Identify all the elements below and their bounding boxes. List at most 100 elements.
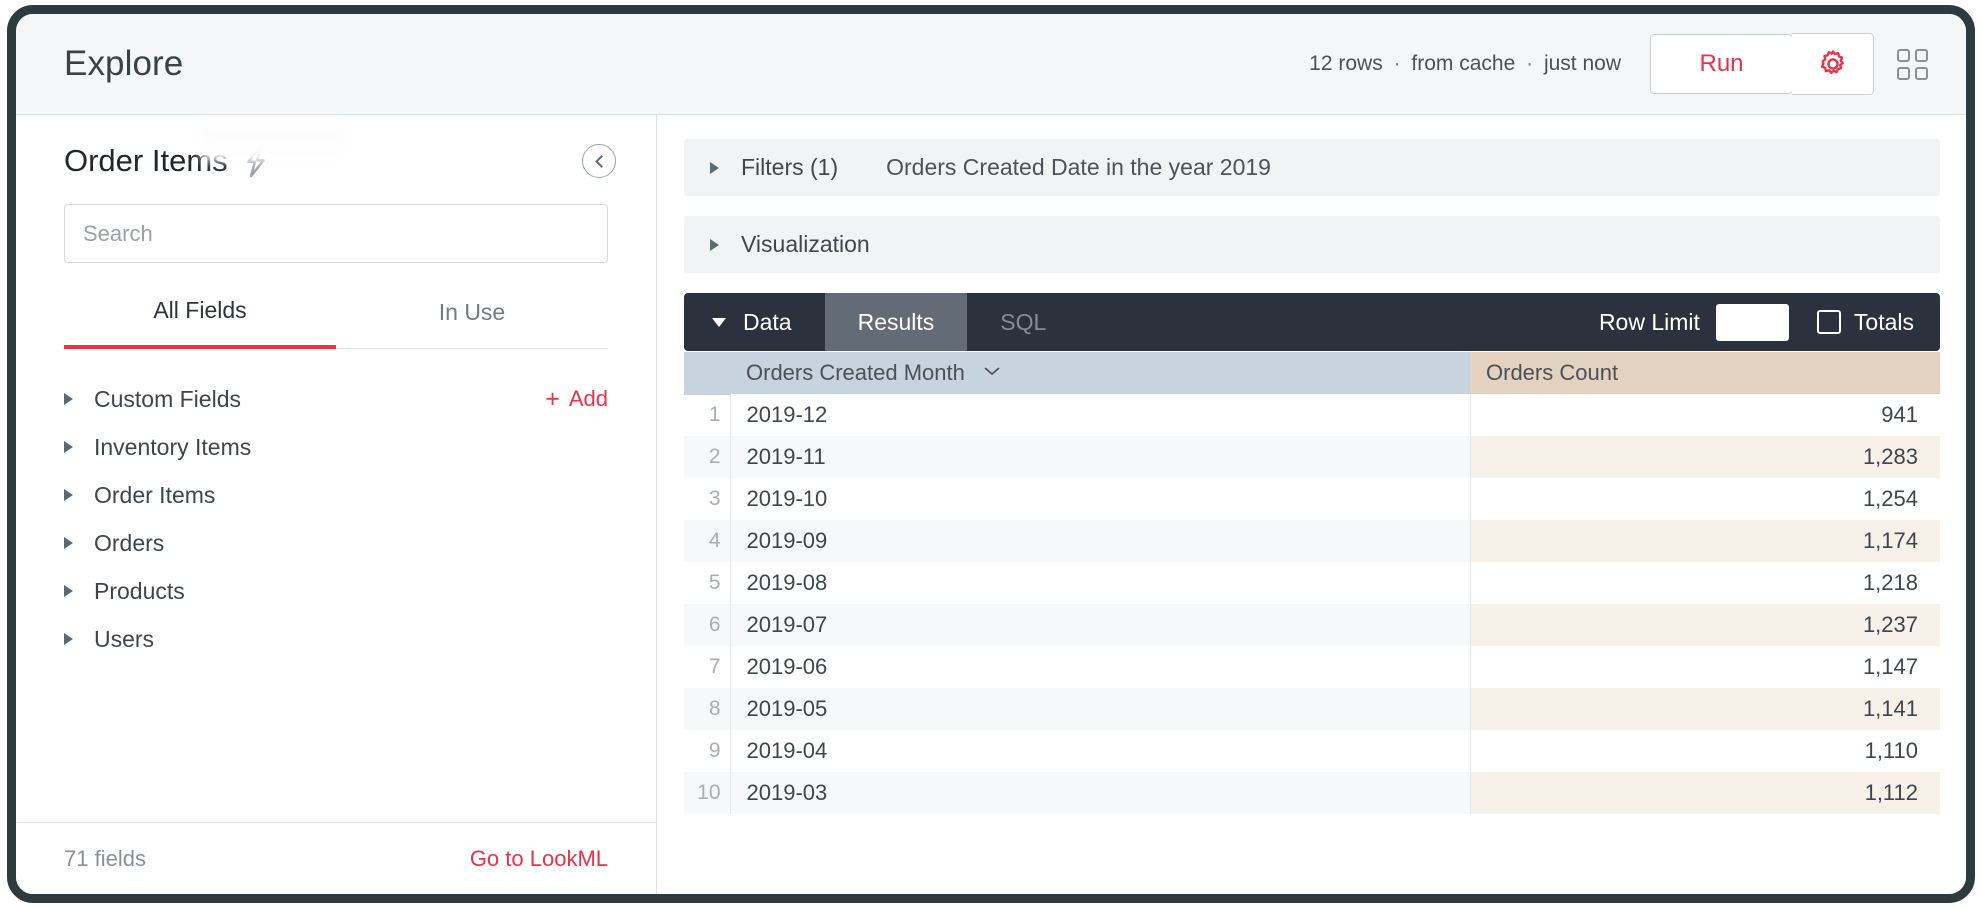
table-row[interactable]: 4 2019-09 1,174 xyxy=(684,520,1940,562)
chevron-right-icon xyxy=(64,393,73,405)
visualization-section-bar[interactable]: Visualization xyxy=(684,216,1940,273)
totals-label: Totals xyxy=(1853,308,1914,335)
cell-count: 1,112 xyxy=(1470,772,1940,814)
grid-cell-2 xyxy=(1915,48,1928,62)
column-header-dimension[interactable]: Orders Created Month xyxy=(730,352,1470,394)
table-row[interactable]: 6 2019-07 1,237 xyxy=(684,604,1940,646)
gear-icon xyxy=(1820,50,1844,74)
chevron-right-icon xyxy=(64,489,73,501)
collapse-sidebar-button[interactable] xyxy=(582,144,616,178)
column-header-measure[interactable]: Orders Count xyxy=(1470,352,1940,394)
tree-item-label: Inventory Items xyxy=(94,433,252,460)
results-table: Orders Created Month Orders Count 1 2019… xyxy=(684,352,1940,814)
tree-item-label: Order Items xyxy=(94,481,216,508)
grid-cell-1 xyxy=(1897,48,1910,62)
tab-in-use[interactable]: In Use xyxy=(336,297,608,348)
add-custom-field-button[interactable]: + Add xyxy=(545,386,608,412)
tree-item-label: Orders xyxy=(94,529,165,556)
plus-icon: + xyxy=(545,384,560,413)
explore-header: Order Items xyxy=(16,115,656,179)
query-settings-button[interactable] xyxy=(1792,33,1874,95)
row-number: 4 xyxy=(684,520,731,562)
grid-apps-icon[interactable] xyxy=(1897,48,1928,80)
filters-summary: Orders Created Date in the year 2019 xyxy=(886,154,1271,180)
chevron-right-icon xyxy=(64,633,73,645)
tab-results[interactable]: Results xyxy=(824,293,968,351)
tree-item-order-items[interactable]: Order Items xyxy=(16,471,656,519)
status-timestamp: just now xyxy=(1543,52,1621,75)
filters-section-bar[interactable]: Filters (1) Orders Created Date in the y… xyxy=(684,139,1940,196)
field-tabs: All Fields In Use xyxy=(64,297,608,349)
row-number: 2 xyxy=(684,436,731,478)
tab-sql[interactable]: SQL xyxy=(967,293,1079,351)
grid-cell-3 xyxy=(1897,66,1910,80)
cell-count: 1,141 xyxy=(1470,688,1940,730)
cell-count: 1,174 xyxy=(1470,520,1940,562)
row-number: 1 xyxy=(684,394,731,436)
table-row[interactable]: 7 2019-06 1,147 xyxy=(684,646,1940,688)
search-input[interactable] xyxy=(64,204,608,263)
cell-count: 1,110 xyxy=(1470,730,1940,772)
status-row-count: 12 rows xyxy=(1309,52,1383,75)
visualization-title: Visualization xyxy=(741,231,870,257)
tree-item-custom-fields[interactable]: Custom Fields + Add xyxy=(16,375,656,423)
chevron-right-icon xyxy=(64,585,73,597)
row-number: 6 xyxy=(684,604,731,646)
table-row[interactable]: 9 2019-04 1,110 xyxy=(684,730,1940,772)
table-row[interactable]: 5 2019-08 1,218 xyxy=(684,562,1940,604)
table-header-row: Orders Created Month Orders Count xyxy=(684,352,1940,395)
cell-month: 2019-04 xyxy=(730,730,1471,772)
status-separator-2: · xyxy=(1526,52,1534,75)
main-panel: Filters (1) Orders Created Date in the y… xyxy=(658,115,1966,894)
status-source: from cache xyxy=(1411,52,1516,75)
row-number: 7 xyxy=(684,646,731,688)
tree-item-label: Custom Fields xyxy=(94,385,241,412)
tree-item-orders[interactable]: Orders xyxy=(16,519,656,567)
chevron-down-icon xyxy=(712,317,726,327)
cell-count: 1,283 xyxy=(1470,436,1940,478)
results-table-body: 1 2019-12 941 2 2019-11 1,283 3 2019-10 … xyxy=(684,394,1940,814)
cell-month: 2019-11 xyxy=(730,436,1471,478)
run-button[interactable]: Run xyxy=(1650,34,1793,94)
top-header-bar: Explore 12 rows · from cache · just now … xyxy=(16,14,1966,115)
tree-item-products[interactable]: Products xyxy=(16,567,656,615)
tree-item-users[interactable]: Users xyxy=(16,615,656,663)
cell-count: 1,147 xyxy=(1470,646,1940,688)
cell-month: 2019-12 xyxy=(730,394,1471,436)
tab-all-fields[interactable]: All Fields xyxy=(64,297,336,349)
data-section-toggle[interactable]: Data xyxy=(684,293,825,351)
cell-month: 2019-10 xyxy=(730,478,1471,520)
row-number: 5 xyxy=(684,562,731,604)
chevron-right-icon xyxy=(64,537,73,549)
chevron-right-icon xyxy=(64,441,73,453)
row-limit-label: Row Limit xyxy=(1598,308,1700,335)
table-row[interactable]: 8 2019-05 1,141 xyxy=(684,688,1940,730)
query-status: 12 rows · from cache · just now xyxy=(1309,52,1621,76)
add-label: Add xyxy=(568,386,608,411)
cell-month: 2019-08 xyxy=(730,562,1471,604)
chevron-right-icon xyxy=(710,238,719,251)
totals-checkbox[interactable] xyxy=(1816,310,1841,334)
row-number: 3 xyxy=(684,478,731,520)
status-separator-1: · xyxy=(1393,52,1401,75)
table-row[interactable]: 1 2019-12 941 xyxy=(684,394,1940,436)
cell-month: 2019-05 xyxy=(730,688,1471,730)
go-to-lookml-link[interactable]: Go to LookML xyxy=(470,846,608,872)
column-header-label: Orders Created Month xyxy=(746,360,965,385)
app-window: Explore 12 rows · from cache · just now … xyxy=(7,5,1975,903)
row-number: 9 xyxy=(684,730,731,772)
cell-month: 2019-06 xyxy=(730,646,1471,688)
row-limit-input[interactable] xyxy=(1715,303,1789,341)
data-section-bar: Data Results SQL Row Limit Totals xyxy=(684,293,1940,351)
cell-month: 2019-07 xyxy=(730,604,1471,646)
tree-item-inventory-items[interactable]: Inventory Items xyxy=(16,423,656,471)
filters-title: Filters (1) xyxy=(741,154,839,180)
table-row[interactable]: 3 2019-10 1,254 xyxy=(684,478,1940,520)
field-count: 71 fields xyxy=(64,845,146,871)
row-number: 8 xyxy=(684,688,731,730)
table-row[interactable]: 2 2019-11 1,283 xyxy=(684,436,1940,478)
cell-count: 1,237 xyxy=(1470,604,1940,646)
table-row[interactable]: 10 2019-03 1,112 xyxy=(684,772,1940,814)
cell-count: 1,254 xyxy=(1470,478,1940,520)
grid-cell-4 xyxy=(1915,66,1928,80)
